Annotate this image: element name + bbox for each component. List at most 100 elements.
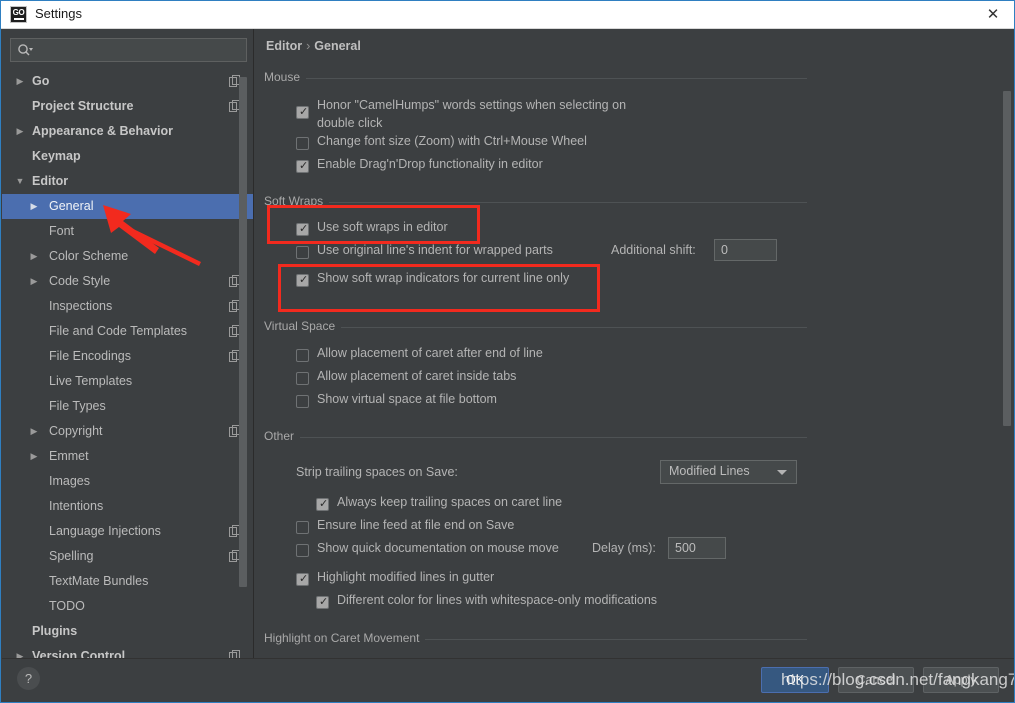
checkbox-ensure-line-feed[interactable]: ✓ xyxy=(296,521,309,534)
dropdown-value: Modified Lines xyxy=(669,464,750,478)
sidebar-item-intentions[interactable]: Intentions xyxy=(2,494,253,519)
option-label: Allow placement of caret inside tabs xyxy=(317,369,517,383)
sidebar-item-color-scheme[interactable]: ▶ Color Scheme xyxy=(2,244,253,269)
checkbox-highlight-modified-lines[interactable]: ✓ xyxy=(296,573,309,586)
sidebar-item-project-structure[interactable]: Project Structure xyxy=(2,94,253,119)
strip-trailing-spaces-dropdown[interactable]: Modified Lines xyxy=(660,460,797,484)
sidebar-item-code-style[interactable]: ▶ Code Style xyxy=(2,269,253,294)
option-row[interactable]: ✓ Show soft wrap indicators for current … xyxy=(264,270,807,293)
sidebar-item-file-and-code-templates[interactable]: File and Code Templates xyxy=(2,319,253,344)
option-label: Show virtual space at file bottom xyxy=(317,392,497,406)
sidebar-item-label: File and Code Templates xyxy=(49,324,188,338)
option-row[interactable]: ✓ Always keep trailing spaces on caret l… xyxy=(264,494,807,517)
cancel-button[interactable]: Cancel xyxy=(838,667,914,693)
sidebar-item-font[interactable]: Font xyxy=(2,219,253,244)
ok-button[interactable]: OK xyxy=(761,667,829,693)
group-label: Virtual Space xyxy=(264,319,342,333)
sidebar-item-keymap[interactable]: Keymap xyxy=(2,144,253,169)
goland-go-icon: GO xyxy=(10,6,27,23)
question-mark-icon[interactable]: ? xyxy=(17,667,40,690)
sidebar-item-language-injections[interactable]: Language Injections xyxy=(2,519,253,544)
option-row[interactable]: ✓ Enable Drag'n'Drop functionality in ed… xyxy=(264,156,807,179)
sidebar-item-label: Spelling xyxy=(49,549,94,563)
sidebar-item-live-templates[interactable]: Live Templates xyxy=(2,369,253,394)
checkbox-use-soft-wraps[interactable]: ✓ xyxy=(296,223,309,236)
chevron-right-icon[interactable]: ▶ xyxy=(14,69,26,94)
chevron-down-icon[interactable]: ▼ xyxy=(14,169,26,194)
chevron-right-icon[interactable]: ▶ xyxy=(28,444,40,469)
sidebar-item-editor[interactable]: ▼ Editor xyxy=(2,169,253,194)
title-bar: GO Settings ✕ xyxy=(1,1,1014,29)
group-divider xyxy=(264,437,807,438)
sidebar-item-label: TextMate Bundles xyxy=(49,574,149,588)
option-row[interactable]: ✓ Use original line's indent for wrapped… xyxy=(264,239,807,270)
checkbox-always-keep-trailing-spaces[interactable]: ✓ xyxy=(316,498,329,511)
sidebar-item-file-encodings[interactable]: File Encodings xyxy=(2,344,253,369)
group-highlight-caret-movement: Highlight on Caret Movement ✓ xyxy=(264,631,807,660)
checkbox-different-color-whitespace[interactable]: ✓ xyxy=(316,596,329,609)
main-scrollbar-thumb[interactable] xyxy=(1003,91,1011,426)
search-box[interactable] xyxy=(10,38,247,62)
checkbox-show-quick-documentation[interactable]: ✓ xyxy=(296,544,309,557)
sidebar-scrollbar[interactable] xyxy=(239,69,250,660)
search-icon xyxy=(18,44,33,56)
settings-dialog: GO Settings ✕ ▶ Go Project Structure ▶ Appea… xyxy=(0,0,1015,703)
checkbox-change-font-size-zoom[interactable]: ✓ xyxy=(296,137,309,150)
sidebar-item-images[interactable]: Images xyxy=(2,469,253,494)
sidebar-item-emmet[interactable]: ▶ Emmet xyxy=(2,444,253,469)
sidebar-item-spelling[interactable]: Spelling xyxy=(2,544,253,569)
option-row[interactable]: ✓ Honor "CamelHumps" words settings when… xyxy=(264,95,807,133)
checkbox-honor-camelhumps[interactable]: ✓ xyxy=(296,106,309,119)
sidebar-item-copyright[interactable]: ▶ Copyright xyxy=(2,419,253,444)
sidebar-item-label: Code Style xyxy=(49,274,111,288)
sidebar-item-file-types[interactable]: File Types xyxy=(2,394,253,419)
checkbox-show-soft-wrap-indicators[interactable]: ✓ xyxy=(296,274,309,287)
close-icon[interactable]: ✕ xyxy=(970,1,1014,28)
chevron-right-icon[interactable]: ▶ xyxy=(28,244,40,269)
sidebar-item-label: File Encodings xyxy=(49,349,131,363)
breadcrumb-parent[interactable]: Editor xyxy=(266,39,302,53)
sidebar-item-appearance-behavior[interactable]: ▶ Appearance & Behavior xyxy=(2,119,253,144)
chevron-right-icon[interactable]: ▶ xyxy=(28,194,40,219)
option-row[interactable]: ✓ Show quick documentation on mouse move… xyxy=(264,537,807,569)
option-label: Different color for lines with whitespac… xyxy=(337,593,658,607)
sidebar-item-plugins[interactable]: Plugins xyxy=(2,619,253,644)
checkbox-caret-after-eol[interactable]: ✓ xyxy=(296,349,309,362)
sidebar-item-go[interactable]: ▶ Go xyxy=(2,69,253,94)
chevron-right-icon[interactable]: ▶ xyxy=(28,419,40,444)
option-label: Show quick documentation on mouse move xyxy=(317,541,559,555)
breadcrumb-separator: › xyxy=(306,39,311,53)
checkbox-virtual-space-file-bottom[interactable]: ✓ xyxy=(296,395,309,408)
option-row[interactable]: ✓ Allow placement of caret after end of … xyxy=(264,345,807,368)
checkbox-caret-inside-tabs[interactable]: ✓ xyxy=(296,372,309,385)
apply-button[interactable]: Apply xyxy=(923,667,999,693)
option-row[interactable]: ✓ Show virtual space at file bottom xyxy=(264,391,807,414)
additional-shift-input[interactable]: 0 xyxy=(714,239,777,261)
group-virtual-space: Virtual Space ✓ Allow placement of caret… xyxy=(264,319,807,414)
option-row[interactable]: ✓ Change font size (Zoom) with Ctrl+Mous… xyxy=(264,133,807,156)
group-title-mouse: Mouse xyxy=(264,70,807,86)
sidebar-item-inspections[interactable]: Inspections xyxy=(2,294,253,319)
sidebar-item-general[interactable]: ▶ General xyxy=(2,194,253,219)
option-row[interactable]: ✓ Highlight modified lines in gutter xyxy=(264,569,807,592)
group-label: Mouse xyxy=(264,70,307,84)
chevron-right-icon[interactable]: ▶ xyxy=(28,269,40,294)
checkbox-use-original-indent[interactable]: ✓ xyxy=(296,246,309,259)
search-input[interactable] xyxy=(37,41,241,61)
sidebar-item-label: Editor xyxy=(32,174,69,188)
option-row[interactable]: ✓ Allow placement of caret inside tabs xyxy=(264,368,807,391)
chevron-right-icon[interactable]: ▶ xyxy=(14,119,26,144)
option-label: Honor "CamelHumps" words settings when s… xyxy=(317,98,627,130)
delay-input[interactable]: 500 xyxy=(668,537,726,559)
option-row[interactable]: ✓ Different color for lines with whitesp… xyxy=(264,592,807,615)
sidebar-scrollbar-thumb[interactable] xyxy=(239,77,247,587)
sidebar-item-textmate-bundles[interactable]: TextMate Bundles xyxy=(2,569,253,594)
sidebar-item-todo[interactable]: TODO xyxy=(2,594,253,619)
checkbox-enable-dragndrop[interactable]: ✓ xyxy=(296,160,309,173)
